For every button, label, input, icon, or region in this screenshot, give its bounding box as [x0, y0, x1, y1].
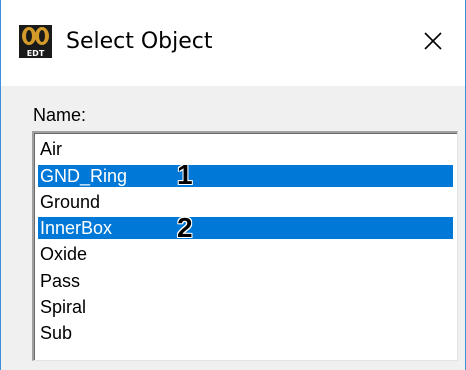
list-item-air[interactable]: Air — [38, 138, 453, 160]
close-button[interactable] — [401, 0, 465, 86]
list-item-pass[interactable]: Pass — [38, 270, 453, 292]
title-bar[interactable]: EDT Select Object — [1, 0, 465, 86]
list-item-ground[interactable]: Ground — [38, 191, 453, 213]
list-item-innerbox[interactable]: InnerBox — [38, 217, 453, 239]
edt-app-icon: EDT — [19, 25, 52, 58]
name-label: Name: — [33, 105, 87, 125]
annotation-badge-1: 1 — [177, 159, 193, 190]
list-item-sub[interactable]: Sub — [38, 322, 453, 344]
window-title: Select Object — [66, 29, 213, 54]
list-item-spiral[interactable]: Spiral — [38, 296, 453, 318]
list-item-oxide[interactable]: Oxide — [38, 243, 453, 265]
object-listbox[interactable]: Air GND_Ring Ground InnerBox Oxide Pass … — [32, 131, 458, 361]
list-item-gnd-ring[interactable]: GND_Ring — [38, 165, 453, 187]
close-icon — [423, 31, 443, 56]
select-object-dialog: EDT Select Object Name: Air GND_Ring Gro… — [0, 0, 466, 370]
svg-text:EDT: EDT — [27, 49, 45, 58]
annotation-badge-2: 2 — [177, 212, 193, 243]
